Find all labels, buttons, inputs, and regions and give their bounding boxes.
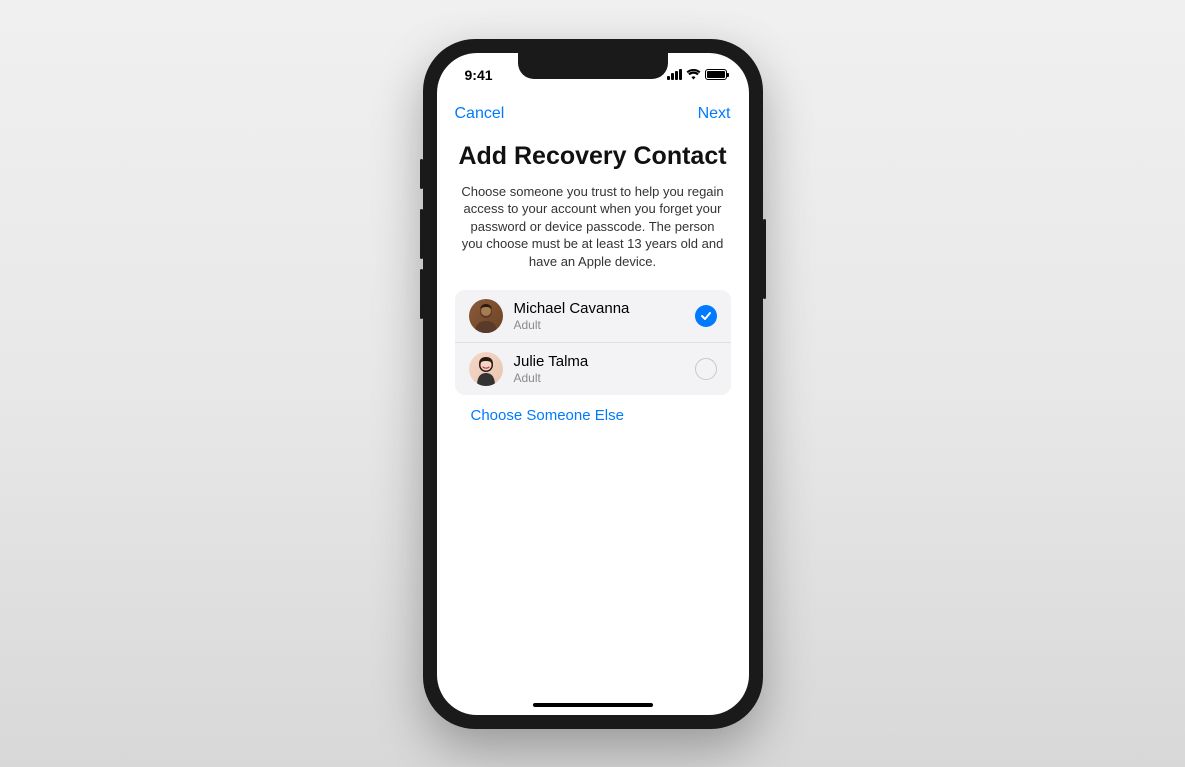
checkmark-selected-icon (695, 305, 717, 327)
cancel-button[interactable]: Cancel (455, 105, 505, 123)
nav-bar: Cancel Next (437, 97, 749, 133)
home-indicator[interactable] (533, 703, 653, 707)
volume-up-button (420, 209, 423, 259)
choose-someone-else-button[interactable]: Choose Someone Else (455, 395, 731, 436)
checkmark-unselected-icon (695, 358, 717, 380)
content: Add Recovery Contact Choose someone you … (437, 133, 749, 437)
page-description: Choose someone you trust to help you reg… (455, 183, 731, 271)
avatar (469, 352, 503, 386)
contact-role: Adult (514, 318, 684, 332)
volume-down-button (420, 269, 423, 319)
power-button (763, 219, 766, 299)
contact-role: Adult (514, 371, 684, 385)
contact-row-julie[interactable]: Julie Talma Adult (455, 342, 731, 395)
phone-frame: 9:41 Cancel Next Add Recovery Contact Ch… (423, 39, 763, 729)
contact-info: Michael Cavanna Adult (514, 300, 684, 332)
contact-name: Michael Cavanna (514, 300, 684, 318)
wifi-icon (686, 69, 701, 80)
contact-list: Michael Cavanna Adult Julie Talma Adult (455, 290, 731, 395)
contact-row-michael[interactable]: Michael Cavanna Adult (455, 290, 731, 342)
mute-switch (420, 159, 423, 189)
status-time: 9:41 (465, 67, 493, 83)
status-indicators (667, 69, 727, 80)
next-button[interactable]: Next (698, 105, 731, 123)
phone-screen: 9:41 Cancel Next Add Recovery Contact Ch… (437, 53, 749, 715)
notch (518, 53, 668, 79)
avatar (469, 299, 503, 333)
battery-icon (705, 69, 727, 80)
page-title: Add Recovery Contact (455, 141, 731, 171)
contact-info: Julie Talma Adult (514, 353, 684, 385)
cellular-signal-icon (667, 69, 682, 80)
contact-name: Julie Talma (514, 353, 684, 371)
